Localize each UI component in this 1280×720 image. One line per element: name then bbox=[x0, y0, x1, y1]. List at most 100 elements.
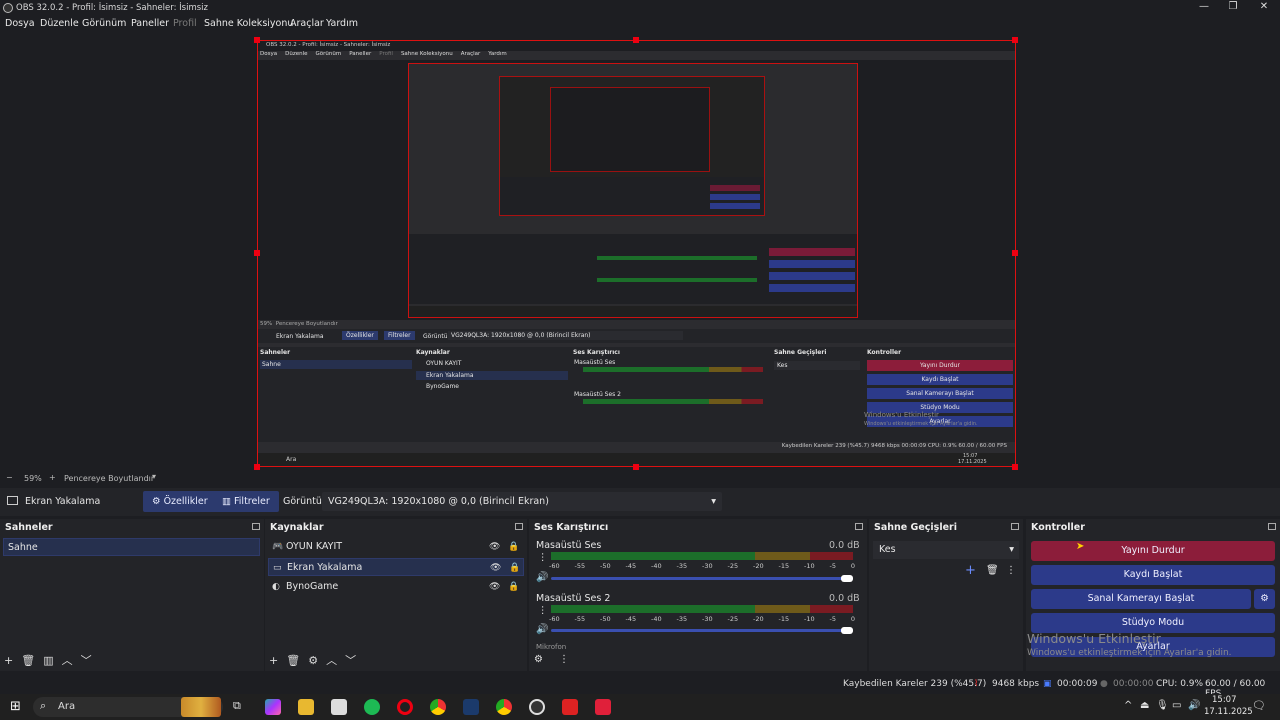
lock-icon[interactable]: 🔒 bbox=[508, 538, 519, 556]
steam-icon[interactable] bbox=[463, 699, 479, 715]
zoom-in-button[interactable]: + bbox=[49, 473, 56, 482]
minimize-button[interactable]: — bbox=[1188, 0, 1220, 16]
trash-icon[interactable]: 🗑 bbox=[986, 565, 999, 576]
trash-icon[interactable]: 🗑 bbox=[21, 654, 35, 667]
properties-button[interactable]: ⚙ Özellikler bbox=[143, 491, 217, 512]
menu-view[interactable]: Görünüm bbox=[82, 18, 126, 29]
source-item[interactable]: ◐ BynoGame 👁 🔒 bbox=[268, 578, 524, 596]
undock-icon[interactable] bbox=[1011, 523, 1019, 530]
scene-item[interactable]: Sahne bbox=[3, 538, 260, 556]
resize-handle[interactable] bbox=[633, 464, 639, 470]
chevron-up-icon[interactable]: ︿ bbox=[326, 652, 337, 668]
microphone-icon[interactable]: 🎙 bbox=[1156, 700, 1169, 711]
undock-icon[interactable] bbox=[855, 523, 863, 530]
volume-slider[interactable] bbox=[551, 577, 853, 580]
clock-date[interactable]: 17.11.2025 bbox=[1204, 707, 1253, 717]
usb-icon[interactable]: ⏏ bbox=[1140, 700, 1149, 711]
filters-button[interactable]: ▥ Filtreler bbox=[213, 491, 279, 512]
gamepad-icon: 🎮 bbox=[272, 542, 284, 552]
chrome-icon[interactable] bbox=[430, 699, 446, 715]
obs-logo-icon bbox=[3, 3, 13, 13]
eye-icon[interactable]: 👁 bbox=[489, 538, 500, 556]
chevron-up-icon[interactable]: ︿ bbox=[62, 652, 73, 668]
volume-slider[interactable] bbox=[551, 629, 853, 632]
chevron-up-icon[interactable]: ^ bbox=[1124, 700, 1132, 711]
eye-icon[interactable]: 👁 bbox=[490, 559, 501, 577]
task-view-icon[interactable]: ⧉ bbox=[233, 699, 241, 713]
chevron-down-icon[interactable]: ▾ bbox=[152, 472, 156, 481]
mixer-gear-icon[interactable]: ⚙ bbox=[534, 654, 543, 665]
filter-icon[interactable]: ▥ bbox=[43, 654, 53, 667]
clock-time[interactable]: 15:07 bbox=[1212, 695, 1237, 705]
display-label: Görüntü bbox=[283, 496, 322, 507]
network-icon[interactable]: ▭ bbox=[1172, 700, 1181, 711]
file-explorer-icon[interactable] bbox=[298, 699, 314, 715]
kebab-menu-icon[interactable]: ⋮ bbox=[538, 605, 548, 616]
resize-handle[interactable] bbox=[1012, 250, 1018, 256]
trash-icon[interactable]: 🗑 bbox=[286, 654, 300, 667]
resize-handle[interactable] bbox=[254, 37, 260, 43]
volume-icon[interactable]: 🔊 bbox=[1188, 700, 1200, 711]
kebab-menu-icon[interactable]: ⋮ bbox=[559, 654, 569, 665]
nested-source-bar: Ekran Yakalama Özellikler Filtreler Görü… bbox=[258, 329, 1015, 343]
fit-to-window-button[interactable]: Pencereye Boyutlandır bbox=[64, 474, 154, 483]
menu-help[interactable]: Yardım bbox=[326, 18, 358, 29]
store-icon[interactable] bbox=[331, 699, 347, 715]
volume-slider-handle[interactable] bbox=[841, 627, 853, 634]
chevron-down-icon[interactable]: ﹀ bbox=[345, 652, 356, 668]
notification-icon[interactable]: 🗨 bbox=[1252, 699, 1266, 712]
spotify-icon[interactable] bbox=[364, 699, 380, 715]
undock-icon[interactable] bbox=[515, 523, 523, 530]
taskbar-search[interactable]: ⌕ Ara bbox=[33, 697, 223, 717]
resize-handle[interactable] bbox=[254, 464, 260, 470]
mixer-channel-name: Masaüstü Ses bbox=[536, 540, 602, 551]
eye-icon[interactable]: 👁 bbox=[489, 578, 500, 596]
studio-mode-button[interactable]: Stüdyo Modu bbox=[1031, 613, 1275, 633]
resize-handle[interactable] bbox=[1012, 37, 1018, 43]
close-button[interactable]: ✕ bbox=[1248, 0, 1280, 16]
windows-start-icon[interactable]: ⊞ bbox=[10, 699, 21, 714]
transition-select[interactable]: Kes ▾ bbox=[873, 541, 1019, 559]
red-app-icon[interactable] bbox=[562, 699, 578, 715]
menu-edit[interactable]: Düzenle bbox=[40, 18, 79, 29]
obs-icon[interactable] bbox=[529, 699, 545, 715]
copilot-icon[interactable] bbox=[265, 699, 281, 715]
menu-tools[interactable]: Araçlar bbox=[290, 18, 324, 29]
gear-icon[interactable]: ⚙ bbox=[308, 654, 318, 667]
speaker-icon[interactable]: 🔊 bbox=[536, 572, 548, 583]
add-icon[interactable]: + bbox=[965, 563, 976, 578]
volume-slider-handle[interactable] bbox=[841, 575, 853, 582]
chevron-down-icon[interactable]: ﹀ bbox=[81, 652, 92, 668]
kebab-menu-icon[interactable]: ⋮ bbox=[1006, 565, 1016, 576]
lock-icon[interactable]: 🔒 bbox=[509, 559, 520, 577]
menu-profile[interactable]: Profil bbox=[173, 18, 197, 29]
menu-scene-collection[interactable]: Sahne Koleksiyonu bbox=[204, 18, 293, 29]
resize-handle[interactable] bbox=[254, 250, 260, 256]
menu-docks[interactable]: Paneller bbox=[131, 18, 169, 29]
kebab-menu-icon[interactable]: ⋮ bbox=[538, 552, 548, 563]
status-bar: Kaybedilen Kareler 239 (%45.7) ⌇ 9468 kb… bbox=[0, 674, 1280, 699]
nested-mid-meter bbox=[597, 256, 757, 260]
undock-icon[interactable] bbox=[1268, 523, 1276, 530]
pinkish-app-icon[interactable] bbox=[595, 699, 611, 715]
resize-handle[interactable] bbox=[633, 37, 639, 43]
add-icon[interactable]: + bbox=[4, 654, 13, 667]
lock-icon[interactable]: 🔒 bbox=[508, 578, 519, 596]
zoom-out-button[interactable]: − bbox=[6, 473, 13, 482]
add-icon[interactable]: + bbox=[269, 654, 278, 667]
virtual-camera-settings-button[interactable]: ⚙ bbox=[1254, 589, 1275, 609]
resize-handle[interactable] bbox=[1012, 464, 1018, 470]
display-select[interactable]: VG249QL3A: 1920x1080 @ 0,0 (Birincil Ekr… bbox=[322, 492, 722, 511]
preview-canvas[interactable]: OBS 32.0.2 - Profil: İsimsiz - Sahneler:… bbox=[257, 40, 1016, 467]
chrome-icon[interactable] bbox=[496, 699, 512, 715]
menu-file[interactable]: Dosya bbox=[5, 18, 35, 29]
start-virtual-camera-button[interactable]: Sanal Kamerayı Başlat bbox=[1031, 589, 1251, 609]
stop-streaming-button[interactable]: Yayını Durdur bbox=[1031, 541, 1275, 561]
start-recording-button[interactable]: Kaydı Başlat bbox=[1031, 565, 1275, 585]
source-item[interactable]: 🎮 OYUN KAYIT 👁 🔒 bbox=[268, 538, 524, 556]
undock-icon[interactable] bbox=[252, 523, 260, 530]
source-item[interactable]: ▭ Ekran Yakalama 👁 🔒 bbox=[268, 558, 524, 576]
restore-button[interactable]: ❐ bbox=[1217, 0, 1249, 16]
opera-icon[interactable] bbox=[397, 699, 413, 715]
speaker-icon[interactable]: 🔊 bbox=[536, 624, 548, 635]
